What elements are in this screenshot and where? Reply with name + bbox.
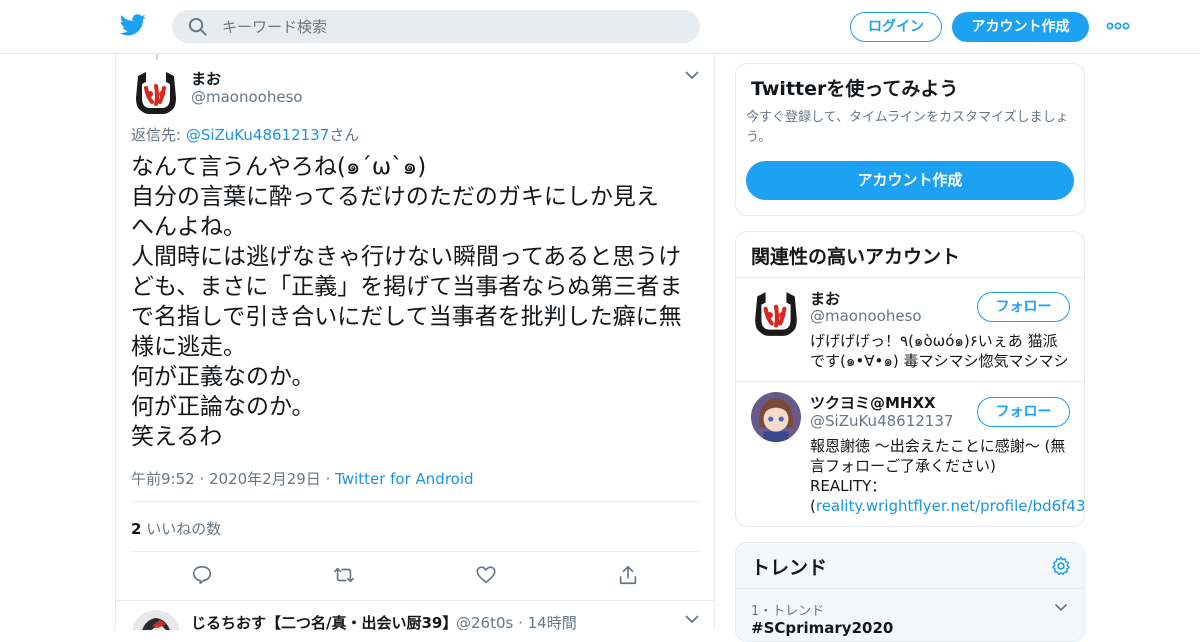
account-handle[interactable]: @SiZuKu48612137 bbox=[810, 412, 953, 430]
trend-meta: 1・トレンド bbox=[751, 604, 825, 619]
follow-button[interactable]: フォロー bbox=[977, 292, 1070, 322]
reply-icon[interactable] bbox=[191, 564, 213, 586]
related-accounts-title: 関連性の高いアカウント bbox=[751, 246, 961, 268]
signup-button[interactable]: アカウント作成 bbox=[952, 12, 1089, 42]
chevron-down-icon[interactable] bbox=[1054, 603, 1068, 612]
avatar[interactable] bbox=[132, 68, 180, 116]
signup-card: Twitterを使ってみよう 今すぐ登録して、タイムラインをカスタマイズしましょ… bbox=[735, 63, 1085, 216]
thread-connector bbox=[156, 54, 158, 60]
divider bbox=[736, 277, 1084, 278]
avatar-image bbox=[132, 68, 180, 116]
tweet-source-link[interactable]: Twitter for Android bbox=[335, 470, 473, 488]
divider bbox=[736, 381, 1084, 382]
avatar-image bbox=[751, 392, 801, 442]
chevron-down-icon[interactable] bbox=[684, 70, 700, 80]
tweet-timestamp[interactable]: 午前9:52 · 2020年2月29日 bbox=[131, 470, 321, 488]
signup-card-description: 今すぐ登録して、タイムラインをカスタマイズしましょう。 bbox=[746, 110, 1069, 145]
tweet-author-handle[interactable]: @maonooheso bbox=[191, 88, 303, 106]
reply-handle-link[interactable]: @SiZuKu48612137 bbox=[186, 126, 329, 144]
tweet-text: なんて言うんやろね(๑´ω`๑) 自分の言葉に酔ってるだけのただのガキにしか見え… bbox=[131, 154, 683, 450]
related-accounts-card: 関連性の高いアカウント まお @maonooheso フォロー げげげげっ！٩(… bbox=[735, 231, 1085, 527]
tweet-metadata: 午前9:52 · 2020年2月29日 · Twitter for Androi… bbox=[131, 468, 474, 489]
more-dots-icon[interactable] bbox=[1106, 18, 1130, 34]
trend-name[interactable]: #SCprimary2020 bbox=[751, 619, 893, 637]
login-button[interactable]: ログイン bbox=[850, 12, 942, 42]
divider bbox=[131, 501, 699, 502]
trends-header: トレンド bbox=[736, 543, 1084, 589]
divider bbox=[131, 551, 699, 552]
avatar-image bbox=[132, 610, 180, 630]
account-handle[interactable]: @maonooheso bbox=[810, 307, 922, 325]
trends-title: トレンド bbox=[751, 557, 828, 579]
reply-context: 返信先: @SiZuKu48612137さん bbox=[131, 124, 359, 145]
avatar[interactable] bbox=[751, 288, 801, 338]
avatar[interactable] bbox=[751, 392, 801, 442]
trends-card: トレンド 1・トレンド #SCprimary2020 bbox=[735, 542, 1085, 642]
tweet-separator bbox=[116, 600, 714, 601]
tweet-action-bar bbox=[131, 564, 691, 588]
retweet-icon[interactable] bbox=[333, 564, 355, 586]
avatar[interactable] bbox=[132, 610, 180, 630]
gear-icon[interactable] bbox=[1050, 555, 1072, 577]
reply-suffix: さん bbox=[329, 126, 360, 144]
share-icon[interactable] bbox=[617, 564, 639, 586]
account-name[interactable]: ツクヨミ@MHXX bbox=[810, 392, 936, 413]
signup-card-button[interactable]: アカウント作成 bbox=[746, 161, 1074, 200]
account-name[interactable]: まお bbox=[810, 288, 840, 309]
chevron-down-icon[interactable] bbox=[684, 614, 700, 624]
account-bio-link[interactable]: reality.wrightflyer.net/profile/bd6f43… bbox=[816, 497, 1084, 515]
twitter-bird-icon[interactable] bbox=[120, 14, 146, 36]
meta-separator: · bbox=[320, 470, 336, 488]
like-count-row[interactable]: 2 いいねの数 bbox=[131, 518, 221, 539]
search-icon bbox=[188, 17, 207, 36]
tweet-author-name[interactable]: まお bbox=[191, 68, 221, 89]
next-tweet-author-name[interactable]: じるちおす【二つ名/真・出会い厨39】 bbox=[191, 612, 457, 630]
like-heart-icon[interactable] bbox=[475, 564, 497, 586]
follow-button[interactable]: フォロー bbox=[977, 397, 1070, 427]
top-navigation-bar: ログイン アカウント作成 bbox=[0, 0, 1200, 54]
like-count: 2 bbox=[131, 520, 142, 538]
account-bio: げげげげっ！٩(๑òωó๑)۶いぇあ 猫派です(๑•∀•๑) 毒マシマシ惚気マシ… bbox=[810, 332, 1069, 370]
search-bar[interactable] bbox=[172, 10, 700, 43]
signup-card-title: Twitterを使ってみよう bbox=[751, 78, 959, 100]
avatar-image bbox=[751, 288, 801, 338]
next-tweet-author-handle[interactable]: @26t0s · 14時間 bbox=[456, 612, 577, 630]
search-input[interactable] bbox=[222, 10, 682, 43]
reply-prefix: 返信先: bbox=[131, 126, 186, 144]
tweet-column: まお @maonooheso 返信先: @SiZuKu48612137さん なん… bbox=[115, 54, 715, 630]
account-bio: 報恩謝徳 〜出会えたことに感謝〜 (無言フォローご了承ください) REALITY… bbox=[810, 436, 1084, 516]
like-count-label: いいねの数 bbox=[141, 520, 222, 538]
